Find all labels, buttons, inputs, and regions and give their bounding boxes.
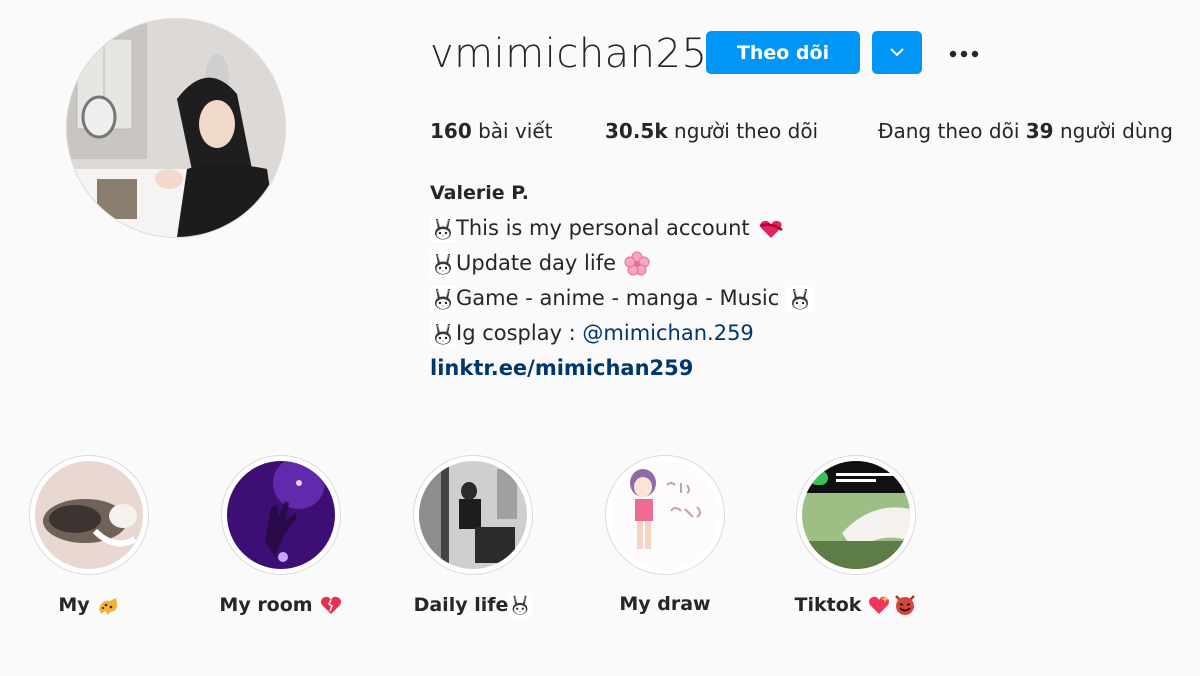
cosplay-account-mention[interactable]: @mimichan.259 — [582, 316, 753, 351]
highlight-ring — [221, 455, 341, 575]
chevron-down-icon — [890, 45, 904, 60]
story-highlight[interactable]: My draw — [575, 455, 755, 615]
suggested-accounts-dropdown-button[interactable] — [872, 31, 922, 74]
highlight-ring — [796, 455, 916, 575]
rabbit-icon — [430, 216, 456, 242]
rabbit-icon — [430, 251, 456, 277]
external-link[interactable]: linktr.ee/mimichan259 — [430, 351, 693, 386]
posts-count: 160 bài viết — [430, 117, 553, 145]
highlight-label: My draw — [619, 593, 711, 615]
following-prefix: Đang theo dõi — [878, 119, 1020, 143]
highlight-ring — [413, 455, 533, 575]
bio-line: Game - anime - manga - Music — [430, 281, 813, 316]
heart-ribbon-icon — [759, 220, 783, 238]
story-highlight[interactable]: Daily life — [383, 455, 563, 617]
highlight-cover — [611, 461, 719, 569]
story-highlight[interactable]: My room — [191, 455, 371, 617]
profile-username: vmimichan259 — [430, 31, 734, 77]
followers-count-value: 30.5k — [605, 119, 668, 143]
profile-full-name: Valerie P. — [430, 182, 529, 204]
profile-bio: Valerie P. This is my personal account U… — [430, 176, 813, 386]
cherry-blossom-icon — [624, 251, 650, 275]
highlight-cover — [35, 461, 143, 569]
highlight-cover — [802, 461, 910, 569]
bio-line-text: This is my personal account — [456, 216, 750, 240]
following-count-value: 39 — [1025, 119, 1054, 143]
bio-line-text: Update day life — [456, 251, 617, 275]
highlight-label: Tiktok — [766, 593, 946, 617]
bio-line-text: Game - anime - manga - Music — [456, 286, 780, 310]
bio-line-text: Ig cosplay : — [456, 321, 583, 345]
highlight-cover — [227, 461, 335, 569]
followers-link[interactable]: 30.5k người theo dõi — [605, 117, 818, 145]
highlight-label: Daily life — [383, 593, 563, 617]
smiling-devil-icon — [895, 595, 916, 615]
profile-avatar[interactable] — [66, 18, 286, 238]
bio-line: Ig cosplay : @mimichan.259 — [430, 316, 813, 351]
following-link[interactable]: Đang theo dõi 39 người dùng — [878, 117, 1173, 145]
highlight-cover — [419, 461, 527, 569]
rabbit-icon — [787, 286, 813, 312]
sparkling-heart-icon — [869, 595, 890, 614]
highlight-label: My — [0, 593, 179, 617]
rabbit-icon — [430, 321, 456, 347]
following-suffix: người dùng — [1059, 119, 1173, 143]
ellipsis-icon — [949, 43, 979, 62]
story-highlight[interactable]: My — [0, 455, 179, 617]
broken-heart-icon — [320, 596, 341, 614]
posts-count-value: 160 — [430, 119, 472, 143]
more-options-button[interactable] — [944, 36, 984, 68]
story-highlight[interactable]: Tiktok — [766, 455, 946, 617]
highlight-ring — [605, 455, 725, 575]
posts-count-label: bài viết — [478, 119, 553, 143]
leopard-icon — [98, 598, 117, 615]
bio-line: This is my personal account — [430, 211, 813, 246]
bio-line: Update day life — [430, 246, 813, 281]
rabbit-icon — [430, 286, 456, 312]
rabbit-icon — [508, 593, 532, 617]
followers-count-label: người theo dõi — [674, 119, 819, 143]
highlight-label: My room — [191, 593, 371, 617]
follow-button[interactable]: Theo dõi — [706, 31, 860, 74]
highlight-ring — [29, 455, 149, 575]
bio-link-line: linktr.ee/mimichan259 — [430, 351, 813, 386]
